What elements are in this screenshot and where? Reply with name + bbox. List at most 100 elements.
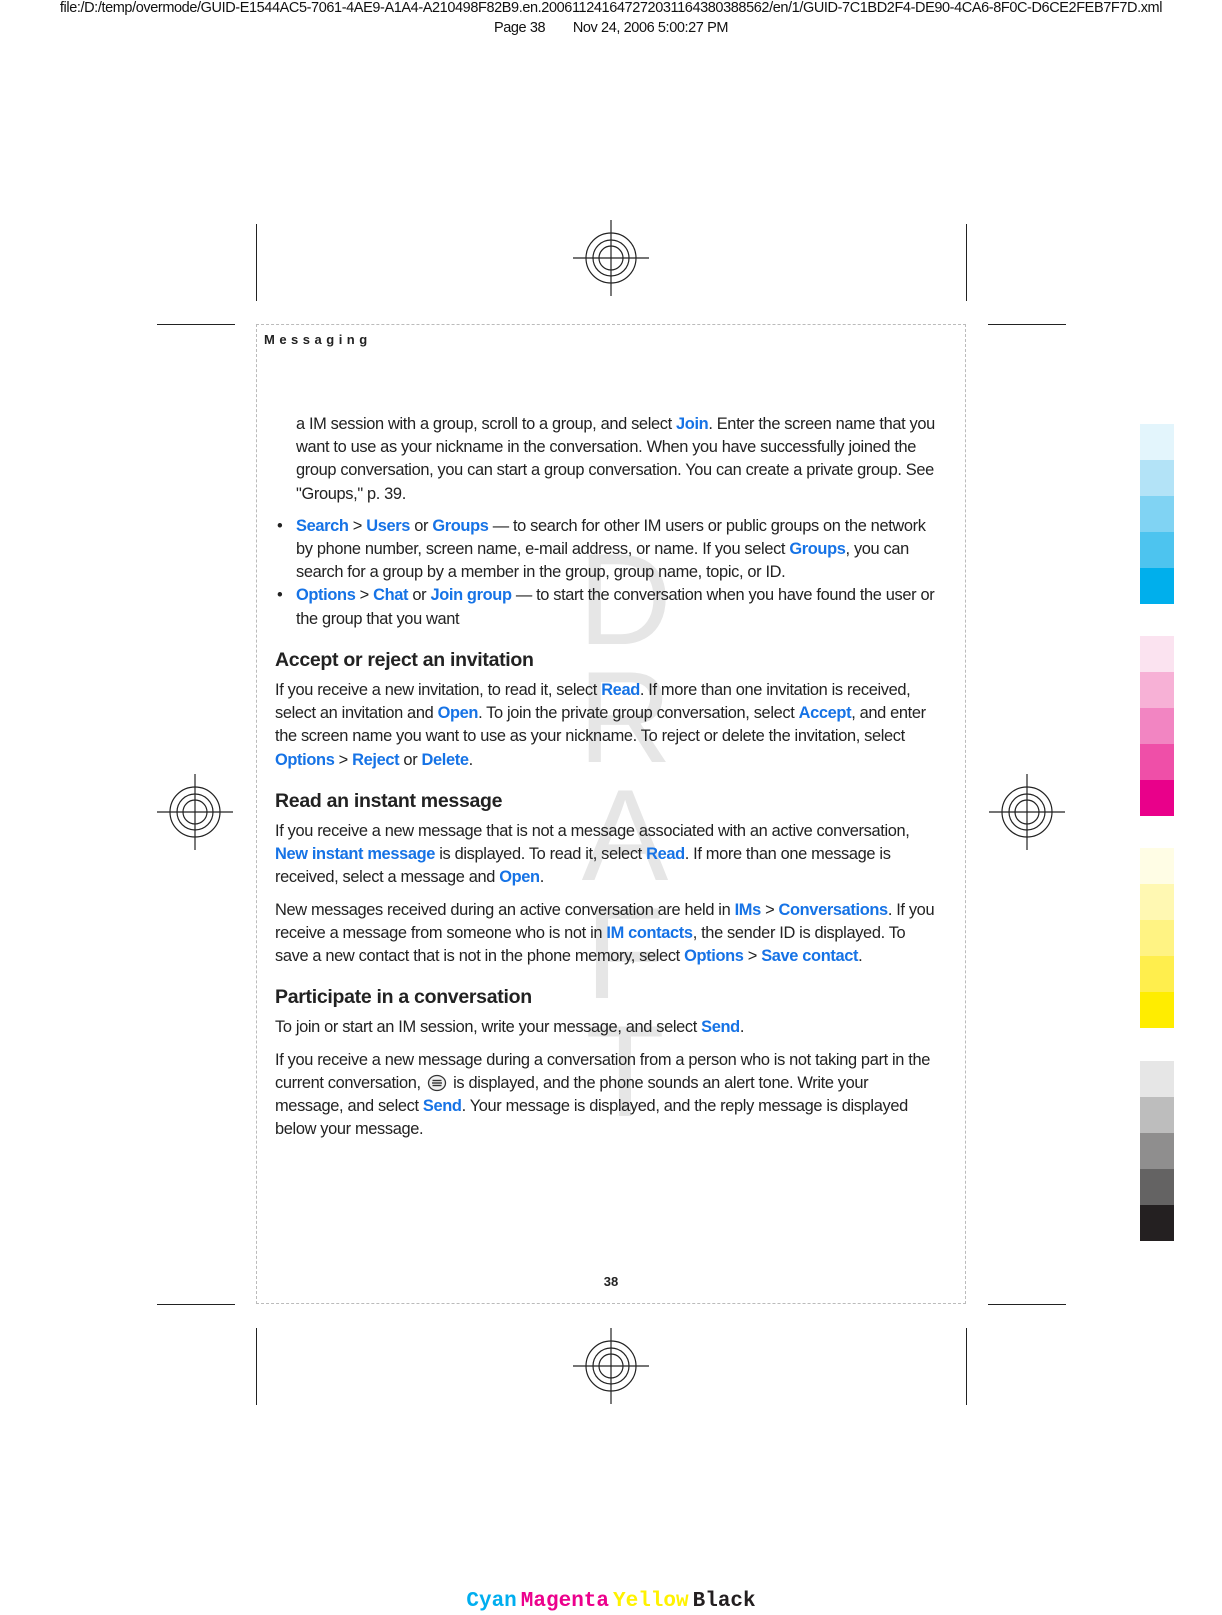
ui-term-join-group: Join group bbox=[430, 586, 512, 605]
cmyk-label-yellow: Yellow bbox=[613, 1590, 689, 1613]
color-swatch-yellow-2 bbox=[1140, 884, 1174, 920]
text: . bbox=[858, 947, 863, 966]
text: If you receive a new invitation, to read… bbox=[275, 681, 602, 700]
color-swatch-cyan-4 bbox=[1140, 532, 1174, 568]
text: To join or start an IM session, write yo… bbox=[275, 1018, 702, 1037]
text: is displayed. To read it, select bbox=[435, 845, 647, 864]
crop-mark-top-right-vertical bbox=[966, 224, 967, 301]
color-bar-black bbox=[1140, 1061, 1174, 1241]
crop-mark-top-left-horizontal bbox=[157, 324, 235, 325]
color-swatch-black-4 bbox=[1140, 1169, 1174, 1205]
text: . bbox=[739, 1018, 745, 1037]
ui-term-open: Open bbox=[437, 704, 479, 723]
ui-term-accept: Accept bbox=[798, 704, 852, 723]
ui-term-read: Read bbox=[646, 845, 685, 864]
color-swatch-cyan-5 bbox=[1140, 568, 1174, 604]
ui-term-new-instant-message: New instant message bbox=[275, 845, 436, 864]
ui-term-groups: Groups bbox=[789, 540, 846, 559]
ui-term-join: Join bbox=[676, 415, 709, 433]
heading-read-message: Read an instant message bbox=[275, 789, 503, 812]
page-number: 38 bbox=[603, 1274, 619, 1289]
color-swatch-cyan-2 bbox=[1140, 460, 1174, 496]
paragraph-participate-2: If you receive a new message during a co… bbox=[275, 1049, 935, 1142]
cmyk-labels: Cyan Magenta Yellow Black bbox=[0, 1590, 1222, 1613]
color-swatch-black-1 bbox=[1140, 1061, 1174, 1097]
bullet-icon: • bbox=[277, 586, 283, 605]
paragraph-read-1: If you receive a new message that is not… bbox=[275, 820, 935, 890]
crop-mark-top-right-horizontal bbox=[988, 324, 1066, 325]
print-header-timestamp: Nov 24, 2006 5:00:27 PM bbox=[572, 20, 729, 36]
paragraph-read-2: New messages received during an active c… bbox=[275, 899, 935, 969]
cmyk-label-black: Black bbox=[692, 1590, 756, 1613]
ui-term-reject: Reject bbox=[352, 750, 400, 769]
crop-mark-bottom-right-horizontal bbox=[988, 1304, 1066, 1305]
print-header-page-info: Page 38 Nov 24, 2006 5:00:27 PM bbox=[0, 20, 1222, 36]
color-bar-yellow bbox=[1140, 848, 1174, 1028]
print-header-page-label: Page 38 bbox=[493, 20, 546, 36]
text: > bbox=[355, 586, 374, 605]
color-swatch-magenta-1 bbox=[1140, 636, 1174, 672]
ui-term-im-contacts: IM contacts bbox=[606, 923, 693, 942]
color-swatch-black-2 bbox=[1140, 1097, 1174, 1133]
ui-term-search: Search bbox=[296, 516, 349, 535]
text: or bbox=[410, 516, 433, 535]
registration-mark-top-icon bbox=[573, 220, 649, 296]
ui-term-options: Options bbox=[275, 750, 335, 769]
ui-term-users: Users bbox=[366, 516, 411, 535]
registration-mark-left-icon bbox=[157, 774, 233, 850]
crop-mark-bottom-right-vertical bbox=[966, 1328, 967, 1405]
ui-term-read: Read bbox=[601, 681, 640, 700]
ui-term-open: Open bbox=[499, 868, 540, 887]
new-message-icon bbox=[427, 1074, 447, 1092]
color-bar-cyan bbox=[1140, 424, 1174, 604]
bullet-icon: • bbox=[277, 516, 283, 535]
text: . To join the private group conversation… bbox=[478, 704, 799, 723]
registration-mark-right-icon bbox=[989, 774, 1065, 850]
crop-mark-bottom-left-horizontal bbox=[157, 1304, 235, 1305]
color-swatch-magenta-3 bbox=[1140, 708, 1174, 744]
ui-term-chat: Chat bbox=[373, 586, 409, 605]
list-item: • Search > Users or Groups — to search fo… bbox=[275, 515, 935, 585]
page-body: a IM session with a group, scroll to a g… bbox=[275, 413, 935, 1150]
heading-accept-invitation: Accept or reject an invitation bbox=[275, 648, 534, 671]
ui-term-conversations: Conversations bbox=[778, 900, 889, 919]
crop-mark-bottom-left-vertical bbox=[256, 1328, 257, 1405]
color-swatch-magenta-4 bbox=[1140, 744, 1174, 780]
ui-term-save-contact: Save contact bbox=[761, 947, 859, 966]
ui-term-send: Send bbox=[422, 1097, 462, 1116]
ui-term-options: Options bbox=[684, 947, 744, 966]
color-swatch-yellow-3 bbox=[1140, 920, 1174, 956]
ui-term-delete: Delete bbox=[421, 750, 469, 769]
text: > bbox=[743, 947, 762, 966]
registration-mark-bottom-icon bbox=[573, 1328, 649, 1404]
text: or bbox=[408, 586, 431, 605]
text: > bbox=[334, 750, 353, 769]
text: New messages received during an active c… bbox=[275, 900, 735, 919]
color-swatch-yellow-1 bbox=[1140, 848, 1174, 884]
color-swatch-magenta-2 bbox=[1140, 672, 1174, 708]
color-swatch-cyan-1 bbox=[1140, 424, 1174, 460]
text: a IM session with a group, scroll to a g… bbox=[296, 415, 677, 433]
cmyk-label-cyan: Cyan bbox=[466, 1590, 517, 1613]
text: If you receive a new message that is not… bbox=[275, 822, 910, 841]
color-swatch-black-5 bbox=[1140, 1205, 1174, 1241]
color-swatch-cyan-3 bbox=[1140, 496, 1174, 532]
ui-term-send: Send bbox=[701, 1018, 740, 1037]
color-swatch-black-3 bbox=[1140, 1133, 1174, 1169]
color-swatch-magenta-5 bbox=[1140, 780, 1174, 816]
ui-term-ims: IMs bbox=[734, 900, 762, 919]
text: . bbox=[539, 868, 545, 887]
section-label: Messaging bbox=[264, 332, 372, 347]
ui-term-options: Options bbox=[296, 586, 356, 605]
cmyk-label-magenta: Magenta bbox=[520, 1590, 609, 1613]
print-header-file-path: file:/D:/temp/overmode/GUID-E1544AC5-706… bbox=[59, 0, 1163, 16]
paragraph-accept: If you receive a new invitation, to read… bbox=[275, 679, 935, 772]
list-item: • Options > Chat or Join group — to start… bbox=[275, 584, 935, 630]
text: > bbox=[348, 516, 367, 535]
color-bar-magenta bbox=[1140, 636, 1174, 816]
heading-participate: Participate in a conversation bbox=[275, 986, 532, 1009]
ui-term-groups: Groups bbox=[432, 516, 489, 535]
text: or bbox=[399, 750, 422, 769]
intro-paragraph: a IM session with a group, scroll to a g… bbox=[275, 413, 935, 506]
paragraph-participate-1: To join or start an IM session, write yo… bbox=[275, 1016, 935, 1039]
